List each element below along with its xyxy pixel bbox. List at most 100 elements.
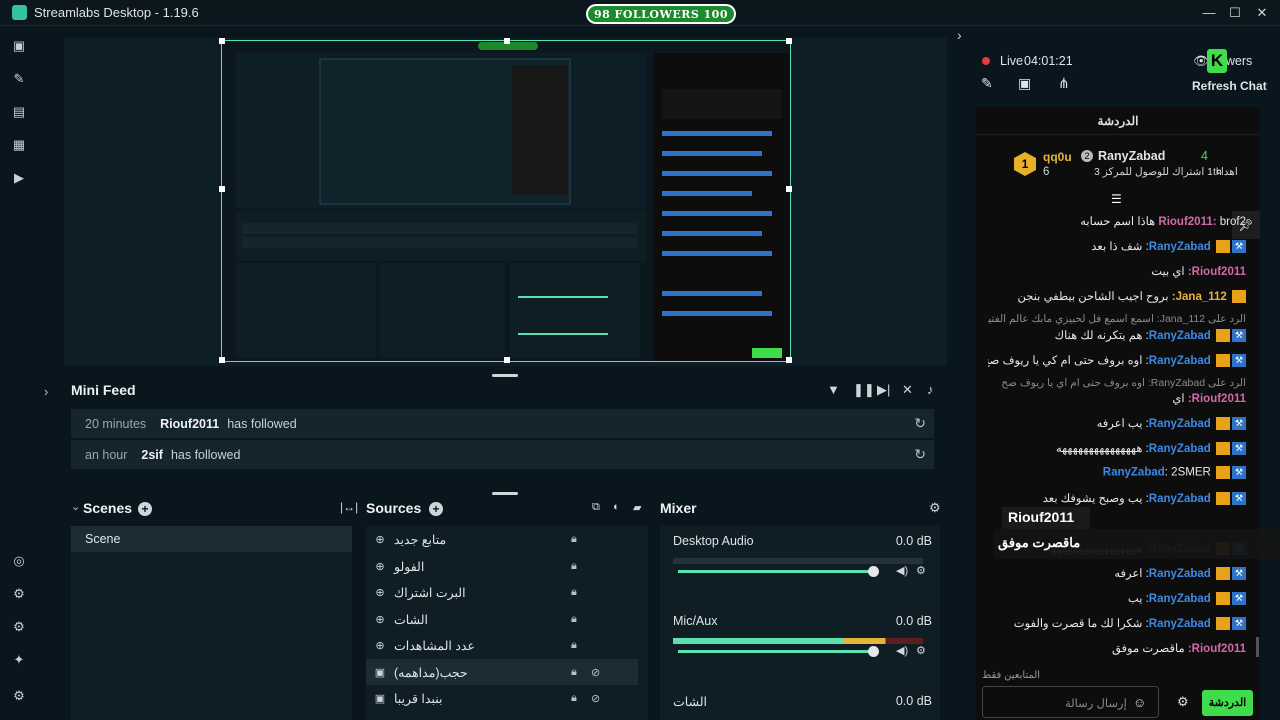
collapse-chevron-icon[interactable]: › xyxy=(957,27,962,43)
scene-item[interactable]: Scene xyxy=(71,526,352,552)
volume-slider[interactable] xyxy=(678,570,873,573)
expand-list-icon[interactable]: ☰ xyxy=(1111,192,1122,206)
share-icon[interactable]: ⋔ xyxy=(1058,75,1070,92)
settings-icon[interactable]: ⚙ xyxy=(10,687,28,705)
lock-icon[interactable]: 🔒︎ xyxy=(571,613,577,626)
camera-icon[interactable]: ▣ xyxy=(1018,75,1031,92)
copy-icon[interactable]: ⧉ xyxy=(592,501,600,514)
editor-icon[interactable]: ▣ xyxy=(10,37,28,55)
skip-icon[interactable]: ▶| xyxy=(877,382,890,398)
chat-message: Riouf2011: ماقصرت موفق xyxy=(1111,643,1246,655)
source-item[interactable]: ⊕ الشات 🔒︎ xyxy=(366,606,638,632)
highlighter-icon[interactable]: ◎ xyxy=(10,552,28,570)
lock-icon[interactable]: 🔒︎ xyxy=(571,533,577,546)
source-item[interactable]: ⊕ الفولو 🔒︎ xyxy=(366,553,638,579)
chat-input[interactable]: إرسال رسالة ☺ xyxy=(982,686,1159,718)
collapse-chevron-icon[interactable]: › xyxy=(44,384,48,399)
sub-gift-suffix: th xyxy=(1213,166,1222,178)
lock-icon[interactable]: 🔒︎ xyxy=(571,586,577,599)
chat-message: ⚒ RanyZabad: يب xyxy=(988,591,1246,606)
resize-handle-br[interactable] xyxy=(786,357,792,363)
send-chat-button[interactable]: الدردشة xyxy=(1202,690,1253,716)
replay-icon[interactable]: ↻ xyxy=(914,446,926,463)
feed-user: Riouf2011 xyxy=(160,416,220,431)
panel-resize-handle[interactable] xyxy=(492,374,518,377)
editor-bottom-panels: ⌄ Scenes + |↔| Scene Sources + ⧉ ◐ ▰ ⊕ مت… xyxy=(64,492,947,720)
eye-hidden-icon[interactable]: ⊘ xyxy=(591,692,600,705)
speaker-icon[interactable]: ◀) xyxy=(896,564,908,577)
resize-handle-t[interactable] xyxy=(504,38,510,44)
globe-icon: ⊕ xyxy=(375,560,385,573)
source-item[interactable]: ⊕ عدد المشاهدات 🔒︎ xyxy=(366,632,638,658)
dashboard-icon[interactable]: ▦ xyxy=(10,136,28,154)
minimize-button[interactable]: — xyxy=(1200,4,1218,22)
floating-user-name: Riouf2011 xyxy=(1002,507,1090,529)
chat-reply: الرد على Jana_112: اسمع اسمع فل لحبيزي م… xyxy=(988,313,1246,325)
live-timer: 04:01:21 xyxy=(1024,54,1073,68)
edit-pencil-icon[interactable]: ✎ xyxy=(981,75,993,92)
mixer-channel-name: الشات xyxy=(673,695,708,709)
lock-icon[interactable]: 🔒︎ xyxy=(571,560,577,573)
chat-message: ⚒ RanyZabad: شكرا لك ما قصرت والفوت xyxy=(988,616,1246,631)
pause-icon[interactable]: ❚❚ xyxy=(853,382,875,398)
source-item[interactable]: ▣ بنبدا قريبا 🔒︎ ⊘ xyxy=(366,685,638,711)
add-source-button[interactable]: + xyxy=(429,502,443,516)
chat-message: ⚒ RanyZabad: اوه بروف حتى ام كي يا ريوف … xyxy=(988,353,1246,368)
volume-slider[interactable] xyxy=(678,650,873,653)
channel-settings-icon[interactable]: ⚙ xyxy=(916,564,926,577)
globe-icon: ⊕ xyxy=(375,586,385,599)
store-icon[interactable]: ▤ xyxy=(10,103,28,121)
add-scene-button[interactable]: + xyxy=(138,502,152,516)
chat-settings-icon[interactable]: ⚙ xyxy=(1177,694,1189,710)
resize-handle-tr[interactable] xyxy=(786,38,792,44)
lock-icon[interactable]: 🔒︎ xyxy=(571,639,577,652)
filter-icon[interactable]: ▼ xyxy=(827,382,840,397)
close-button[interactable]: ✕ xyxy=(1253,4,1271,22)
source-item[interactable]: ▣ حجب(مداهمه) 🔒︎ ⊘ xyxy=(366,659,638,685)
chat-message: Riouf2011: اي بيت xyxy=(1151,266,1246,278)
scene-transitions-icon[interactable]: |↔| xyxy=(340,500,358,514)
mini-feed-title: Mini Feed xyxy=(71,382,136,398)
folder-add-icon[interactable]: ▰ xyxy=(633,501,641,514)
lock-icon[interactable]: 🔒︎ xyxy=(571,666,577,679)
settings-cog2-icon[interactable]: ⚙ xyxy=(10,618,28,636)
resize-handle-b[interactable] xyxy=(504,357,510,363)
volume-knob[interactable] xyxy=(868,566,879,577)
speaker-icon[interactable]: ◀) xyxy=(896,644,908,657)
resize-handle-r[interactable] xyxy=(786,186,792,192)
emoji-icon[interactable]: ☺ xyxy=(1133,695,1146,710)
settings-cog-icon[interactable]: ⚙ xyxy=(10,585,28,603)
replay-icon[interactable]: ↻ xyxy=(914,415,926,432)
source-item[interactable]: ⊕ متابع جديد 🔒︎ xyxy=(366,526,638,552)
source-item[interactable]: ⊕ البرت اشتراك 🔒︎ xyxy=(366,579,638,605)
mixer-channel-name: Desktop Audio xyxy=(673,534,754,548)
volume-meter xyxy=(673,558,923,564)
source-label: بنبدا قريبا xyxy=(394,691,443,706)
mute-alerts-icon[interactable]: ✕ xyxy=(902,382,913,398)
floating-message: ماقصرت موفق xyxy=(994,529,1280,559)
volume-knob[interactable] xyxy=(868,646,879,657)
mixer-settings-icon[interactable]: ⚙ xyxy=(929,500,941,516)
refresh-chat-button[interactable]: Refresh Chat xyxy=(1192,79,1267,93)
volume-icon[interactable]: ♪ xyxy=(927,382,934,397)
maximize-button[interactable]: ☐ xyxy=(1226,4,1244,22)
nested-preview-image xyxy=(219,38,792,363)
resize-handle-bl[interactable] xyxy=(219,357,225,363)
resize-handle-tl[interactable] xyxy=(219,38,225,44)
group-icon[interactable]: ◐ xyxy=(613,501,620,513)
play-icon[interactable]: ▶ xyxy=(10,169,28,187)
sparkle-icon[interactable]: ✦ xyxy=(10,651,28,669)
resize-handle-l[interactable] xyxy=(219,186,225,192)
live-dot xyxy=(982,57,990,65)
channel-settings-icon[interactable]: ⚙ xyxy=(916,644,926,657)
lock-icon[interactable]: 🔒︎ xyxy=(571,692,577,705)
chat-message: Riouf2011: اي xyxy=(1172,393,1246,405)
rank-1-badge-icon: 1 xyxy=(1014,152,1036,176)
chat-scrollbar[interactable] xyxy=(1256,637,1259,657)
themes-icon[interactable]: ✎ xyxy=(10,70,28,88)
chat-reply: الرد على RanyZabad: اوه بروف حتى ام اي ي… xyxy=(1001,377,1246,389)
eye-hidden-icon[interactable]: ⊘ xyxy=(591,666,600,679)
followers-only-label: المتابعين فقط xyxy=(982,670,1041,681)
chevron-down-icon[interactable]: ⌄ xyxy=(71,500,80,513)
globe-icon: ⊕ xyxy=(375,613,385,626)
